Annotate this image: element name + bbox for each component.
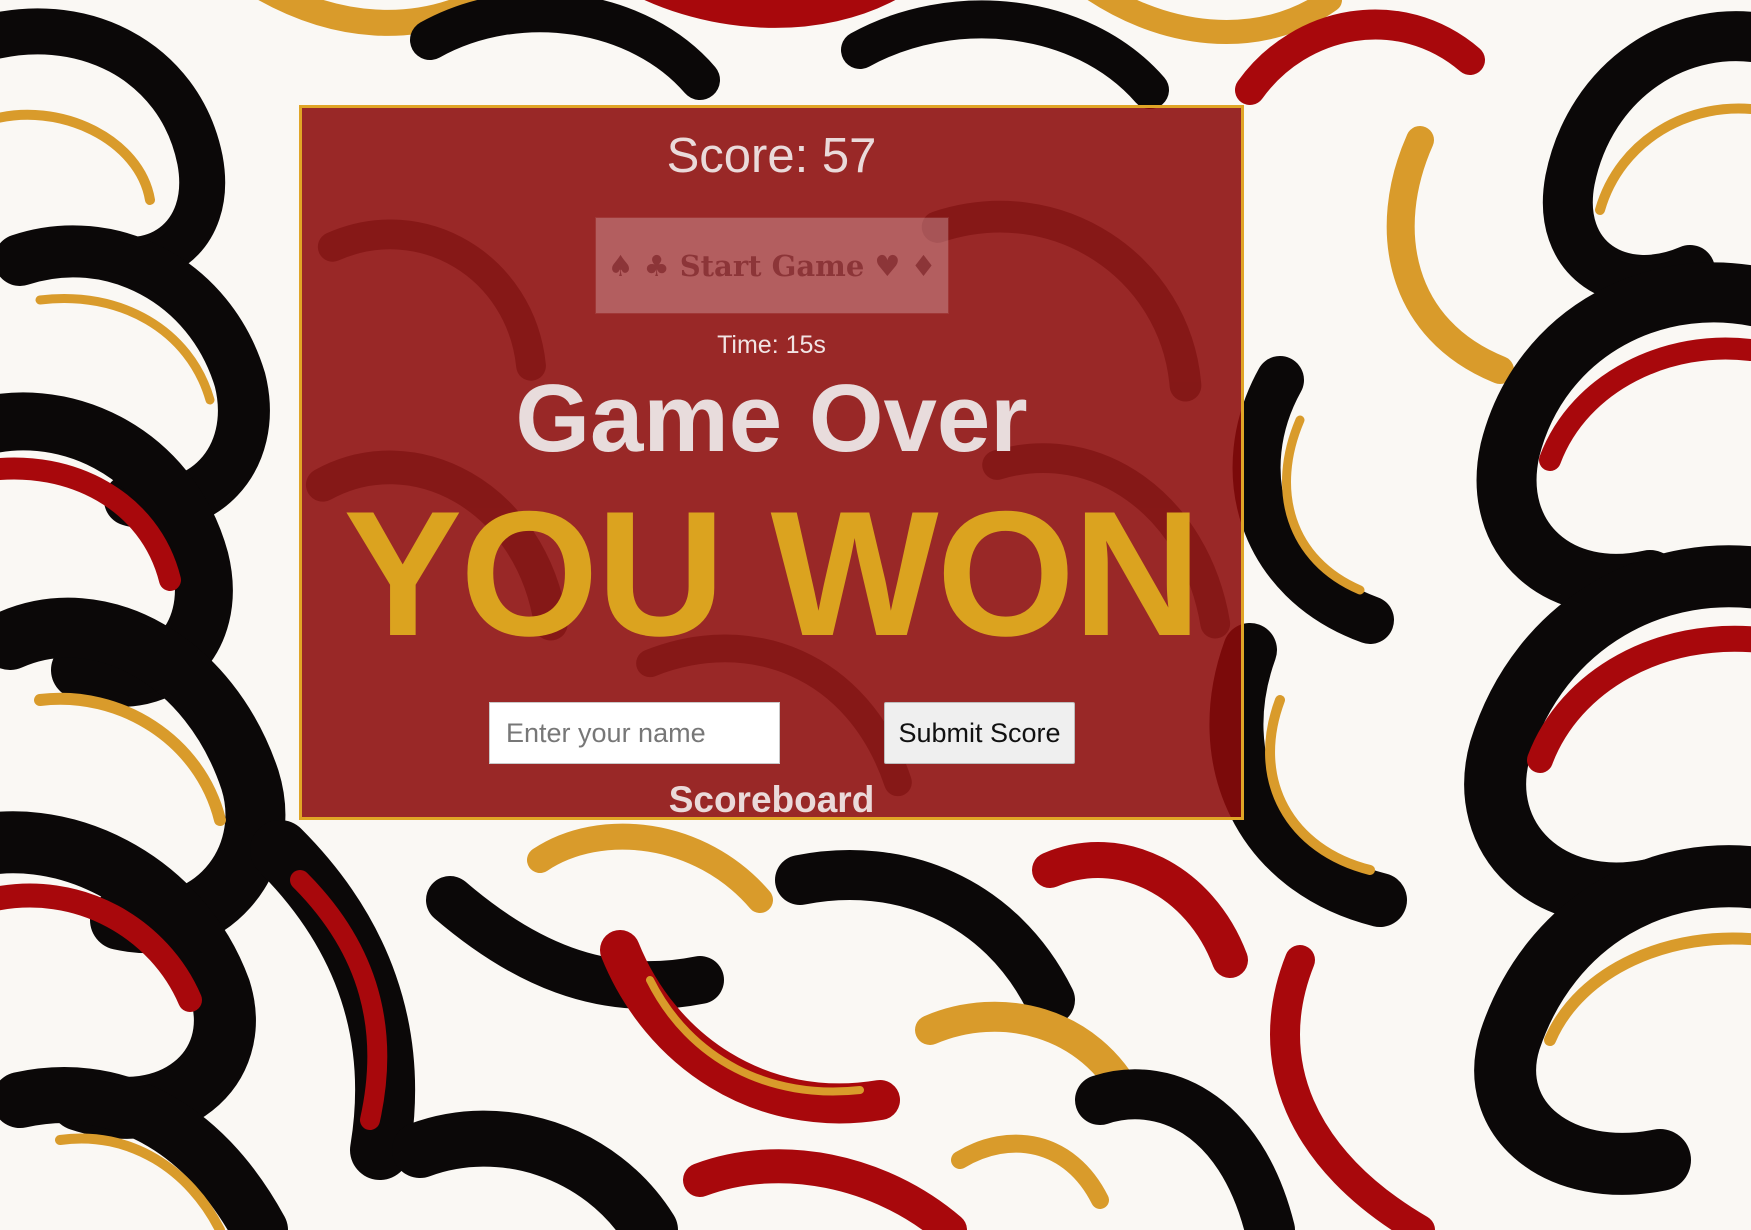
game-panel: Score: 57 ♠ ♣ Start Game ♥ ♦ Time: 15s G… xyxy=(299,105,1244,820)
result-banner: YOU WON xyxy=(343,474,1201,673)
submit-score-button[interactable]: Submit Score xyxy=(884,702,1075,764)
scoreboard-heading: Scoreboard xyxy=(668,779,875,820)
game-over-heading: Game Over xyxy=(515,365,1028,472)
player-name-input[interactable] xyxy=(489,702,780,764)
start-game-button[interactable]: ♠ ♣ Start Game ♥ ♦ xyxy=(596,218,948,313)
score-display: Score: 57 xyxy=(666,129,877,183)
timer-display: Time: 15s xyxy=(717,331,826,359)
